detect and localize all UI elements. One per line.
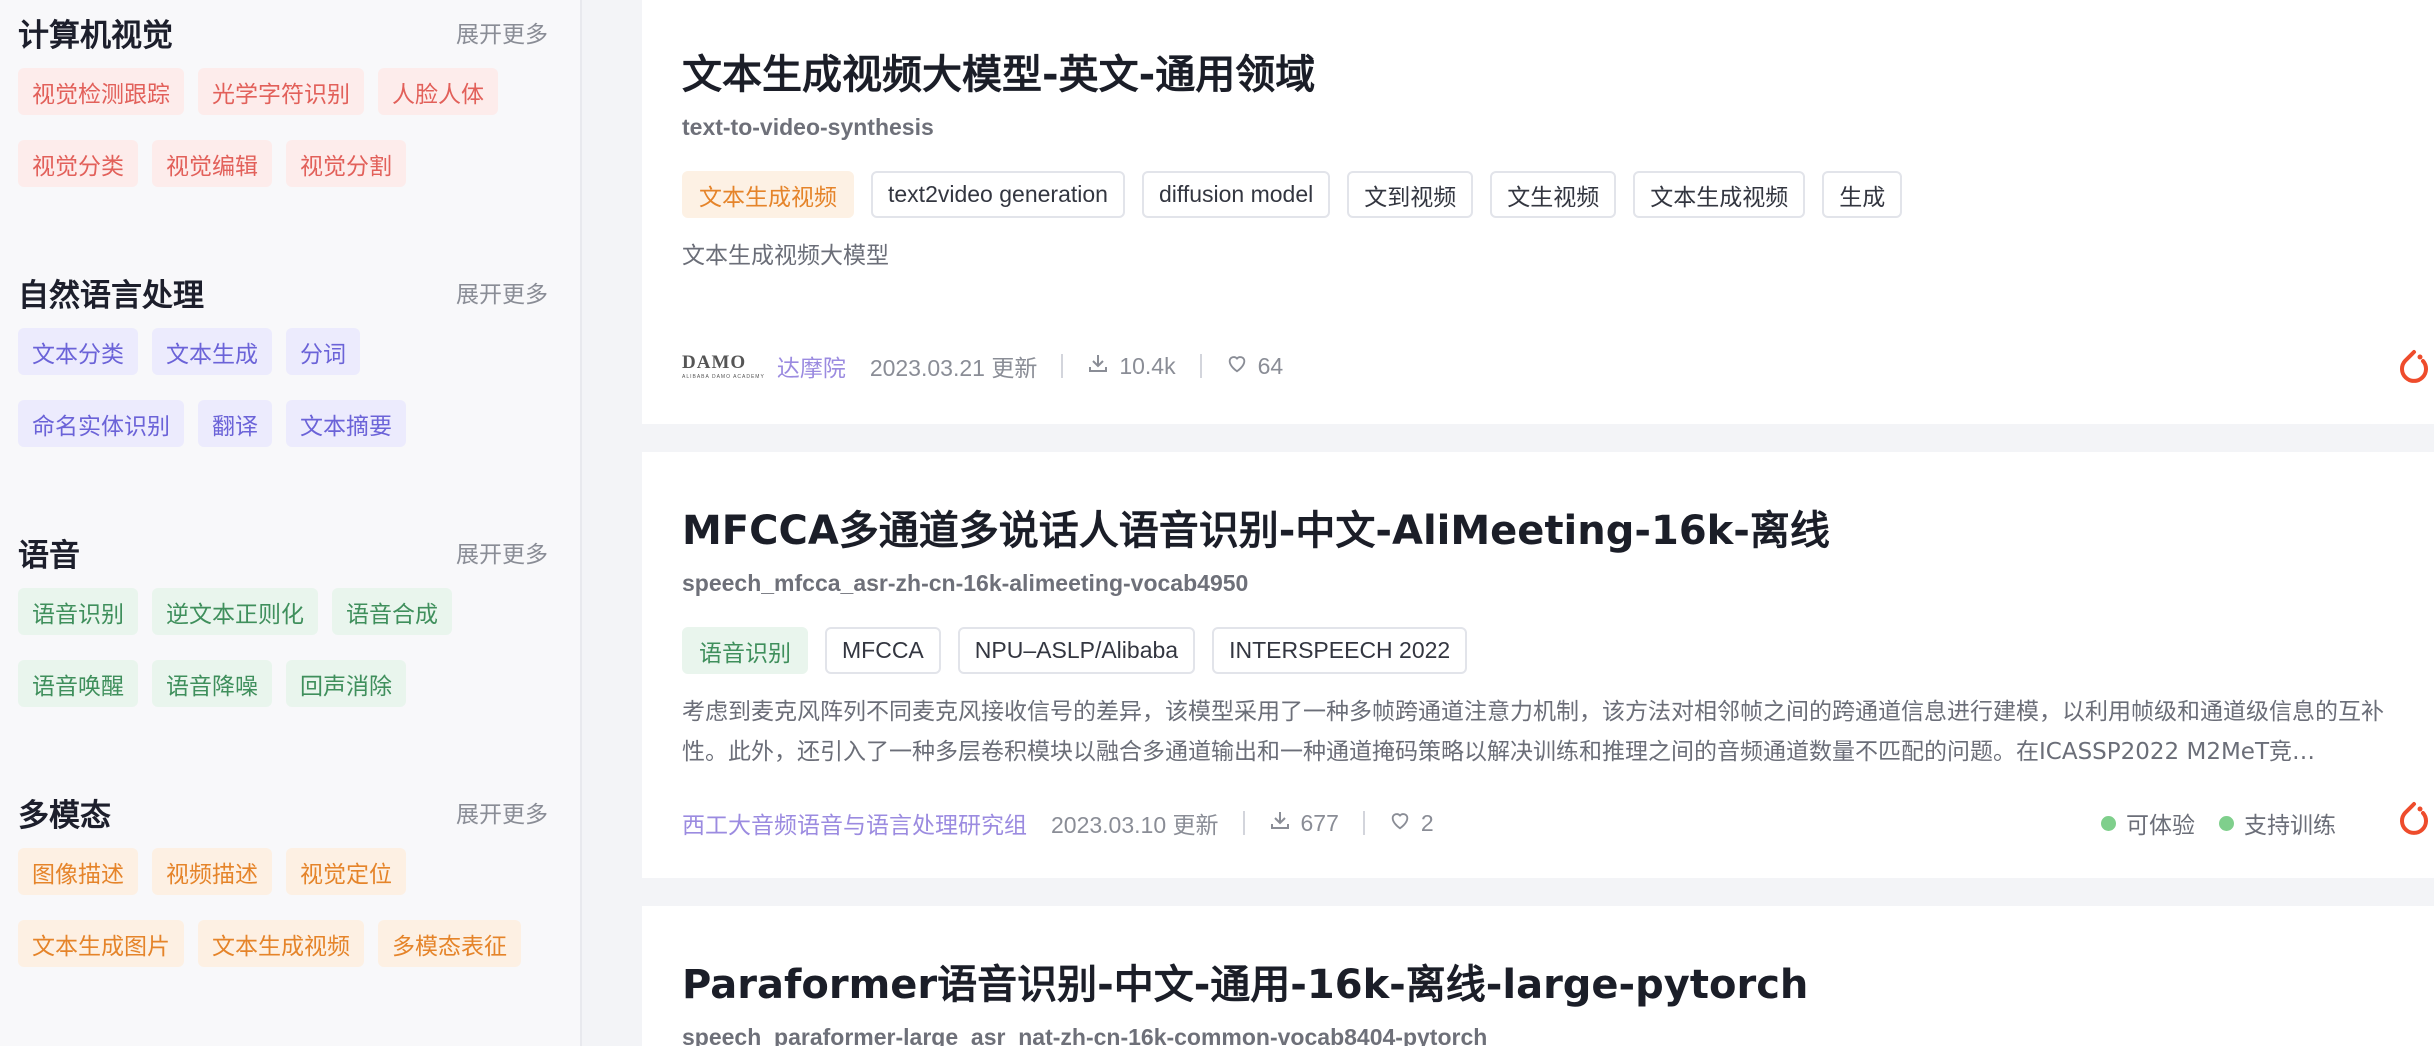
damo-logo: DAMO ALIBABA DAMO ACADEMY <box>682 352 765 380</box>
model-tag[interactable]: 文生视频 <box>1490 171 1617 218</box>
model-tag[interactable]: 文到视频 <box>1347 171 1474 218</box>
model-tag[interactable]: 生成 <box>1822 171 1903 218</box>
status-dot-icon <box>2101 815 2116 831</box>
category-tag[interactable]: 文本生成图片 <box>18 920 184 967</box>
heart-icon[interactable] <box>1226 352 1248 380</box>
model-tag[interactable]: diffusion model <box>1141 171 1331 218</box>
category-tag[interactable]: 多模态表征 <box>378 920 521 967</box>
model-tag[interactable]: text2video generation <box>871 171 1125 218</box>
model-title[interactable]: Paraformer语音识别-中文-通用-16k-离线-large-pytorc… <box>682 952 2434 1010</box>
like-count: 2 <box>1420 809 1434 836</box>
model-card[interactable]: 文本生成视频大模型-英文-通用领域 text-to-video-synthesi… <box>642 0 2434 424</box>
model-title[interactable]: 文本生成视频大模型-英文-通用领域 <box>682 42 2434 100</box>
category-tag[interactable]: 语音唤醒 <box>18 660 138 707</box>
category-tag[interactable]: 文本分类 <box>18 328 138 375</box>
category-speech: 语音 展开更多 语音识别 逆文本正则化 语音合成 语音唤醒 语音降噪 回声消除 <box>18 532 548 732</box>
category-tag[interactable]: 文本生成视频 <box>198 920 364 967</box>
model-org[interactable]: 西工大音频语音与语言处理研究组 <box>682 806 1027 840</box>
badge-train: 支持训练 <box>2219 806 2336 840</box>
model-tags: 文本生成视频 text2video generation diffusion m… <box>682 171 2434 218</box>
category-tag[interactable]: 语音合成 <box>332 588 452 635</box>
category-tag[interactable]: 语音识别 <box>18 588 138 635</box>
category-tag[interactable]: 回声消除 <box>286 660 406 707</box>
like-count: 64 <box>1257 352 1284 379</box>
category-tag[interactable]: 翻译 <box>198 400 272 447</box>
category-computer-vision: 计算机视觉 展开更多 视觉检测跟踪 光学字符识别 人脸人体 视觉分类 视觉编辑 … <box>18 12 548 212</box>
model-tag[interactable]: 文本生成视频 <box>1633 171 1806 218</box>
category-title: 计算机视觉 <box>18 17 173 54</box>
category-tag[interactable]: 人脸人体 <box>378 68 498 115</box>
model-title[interactable]: MFCCA多通道多说话人语音识别-中文-AliMeeting-16k-离线 <box>682 498 2434 556</box>
category-tag[interactable]: 视觉分类 <box>18 140 138 187</box>
category-tag[interactable]: 视觉定位 <box>286 848 406 895</box>
divider <box>1199 354 1202 378</box>
model-org[interactable]: 达摩院 <box>777 349 846 383</box>
model-updated: 2023.03.10 更新 <box>1051 812 1219 838</box>
category-tag[interactable]: 文本摘要 <box>286 400 406 447</box>
model-updated: 2023.03.21 更新 <box>869 355 1038 381</box>
category-title: 多模态 <box>18 797 111 834</box>
model-description: 文本生成视频大模型 <box>682 243 889 269</box>
category-multimodal: 多模态 展开更多 图像描述 视频描述 视觉定位 文本生成图片 文本生成视频 多模… <box>18 792 548 992</box>
model-id: text-to-video-synthesis <box>682 114 934 140</box>
divider <box>1362 811 1365 835</box>
category-tag[interactable]: 逆文本正则化 <box>152 588 318 635</box>
expand-more-link[interactable]: 展开更多 <box>456 535 548 569</box>
category-tag[interactable]: 视觉编辑 <box>152 140 272 187</box>
category-title: 自然语言处理 <box>18 277 204 314</box>
category-tag[interactable]: 视觉检测跟踪 <box>18 68 184 115</box>
model-card[interactable]: Paraformer语音识别-中文-通用-16k-离线-large-pytorc… <box>642 906 2434 1046</box>
pytorch-icon <box>2400 802 2428 835</box>
divider <box>1061 354 1064 378</box>
model-tags: 语音识别 MFCCA NPU–ASLP/Alibaba INTERSPEECH … <box>682 627 2434 674</box>
model-tag[interactable]: MFCCA <box>825 627 941 674</box>
download-icon <box>1269 809 1291 837</box>
pytorch-icon <box>2400 350 2428 383</box>
model-tag[interactable]: 语音识别 <box>682 627 808 674</box>
model-id: speech_paraformer-large_asr_nat-zh-cn-16… <box>682 1024 1488 1046</box>
model-tag[interactable]: NPU–ASLP/Alibaba <box>957 627 1196 674</box>
category-tag[interactable]: 视频描述 <box>152 848 272 895</box>
divider <box>1242 811 1245 835</box>
model-id: speech_mfcca_asr-zh-cn-16k-alimeeting-vo… <box>682 570 1249 596</box>
category-tag[interactable]: 文本生成 <box>152 328 272 375</box>
expand-more-link[interactable]: 展开更多 <box>456 275 548 309</box>
model-card[interactable]: MFCCA多通道多说话人语音识别-中文-AliMeeting-16k-离线 sp… <box>642 452 2434 878</box>
category-nlp: 自然语言处理 展开更多 文本分类 文本生成 分词 命名实体识别 翻译 文本摘要 <box>18 272 548 472</box>
model-meta: 西工大音频语音与语言处理研究组 2023.03.10 更新 677 2 <box>682 806 1434 840</box>
model-tag[interactable]: INTERSPEECH 2022 <box>1212 627 1468 674</box>
category-title: 语音 <box>18 537 80 574</box>
category-tag[interactable]: 光学字符识别 <box>198 68 364 115</box>
download-count: 10.4k <box>1119 352 1176 379</box>
expand-more-link[interactable]: 展开更多 <box>456 15 548 49</box>
status-dot-icon <box>2219 815 2234 831</box>
download-count: 677 <box>1300 809 1339 836</box>
model-tag[interactable]: 文本生成视频 <box>682 171 854 218</box>
expand-more-link[interactable]: 展开更多 <box>456 795 548 829</box>
heart-icon[interactable] <box>1389 809 1411 837</box>
model-description: 考虑到麦克风阵列不同麦克风接收信号的差异，该模型采用了一种多帧跨通道注意力机制，… <box>682 699 2384 765</box>
category-tag[interactable]: 命名实体识别 <box>18 400 184 447</box>
category-tag[interactable]: 分词 <box>286 328 360 375</box>
category-tag[interactable]: 语音降噪 <box>152 660 272 707</box>
badge-try: 可体验 <box>2101 806 2195 840</box>
model-meta: DAMO ALIBABA DAMO ACADEMY 达摩院 2023.03.21… <box>682 349 1283 383</box>
category-tag[interactable]: 图像描述 <box>18 848 138 895</box>
category-sidebar: 计算机视觉 展开更多 视觉检测跟踪 光学字符识别 人脸人体 视觉分类 视觉编辑 … <box>0 0 582 1046</box>
model-badges: 可体验 支持训练 <box>2077 806 2336 840</box>
category-tag[interactable]: 视觉分割 <box>286 140 406 187</box>
download-icon <box>1087 352 1109 380</box>
